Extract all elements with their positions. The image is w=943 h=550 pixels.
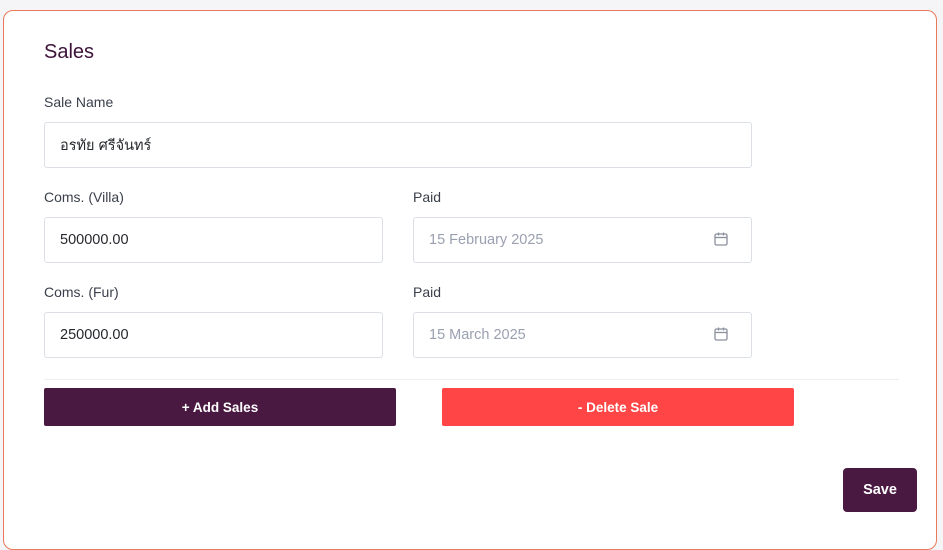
calendar-icon[interactable] [713, 326, 729, 342]
paid-fur-value: 15 March 2025 [429, 327, 526, 343]
delete-sale-button[interactable]: - Delete Sale [442, 388, 794, 426]
coms-villa-label: Coms. (Villa) [44, 189, 124, 205]
paid-fur-label: Paid [413, 284, 442, 300]
save-button[interactable]: Save [843, 468, 917, 512]
calendar-icon[interactable] [713, 231, 729, 247]
sale-name-input[interactable]: อรทัย ศรีจันทร์ [44, 122, 752, 168]
coms-fur-value: 250000.00 [60, 327, 129, 343]
section-divider [44, 379, 899, 380]
sale-name-value: อรทัย ศรีจันทร์ [60, 137, 152, 154]
paid-villa-date-input[interactable]: 15 February 2025 [413, 217, 752, 263]
coms-fur-input[interactable]: 250000.00 [44, 312, 383, 358]
coms-fur-label: Coms. (Fur) [44, 284, 119, 300]
add-sales-button[interactable]: + Add Sales [44, 388, 396, 426]
sale-name-label: Sale Name [44, 94, 114, 110]
coms-villa-input[interactable]: 500000.00 [44, 217, 383, 263]
card-title: Sales [44, 41, 95, 63]
paid-villa-label: Paid [413, 189, 442, 205]
paid-villa-value: 15 February 2025 [429, 232, 544, 248]
coms-villa-value: 500000.00 [60, 232, 129, 248]
paid-fur-date-input[interactable]: 15 March 2025 [413, 312, 752, 358]
sales-card: Sales Sale Name อรทัย ศรีจันทร์ Coms. (V… [3, 10, 937, 550]
